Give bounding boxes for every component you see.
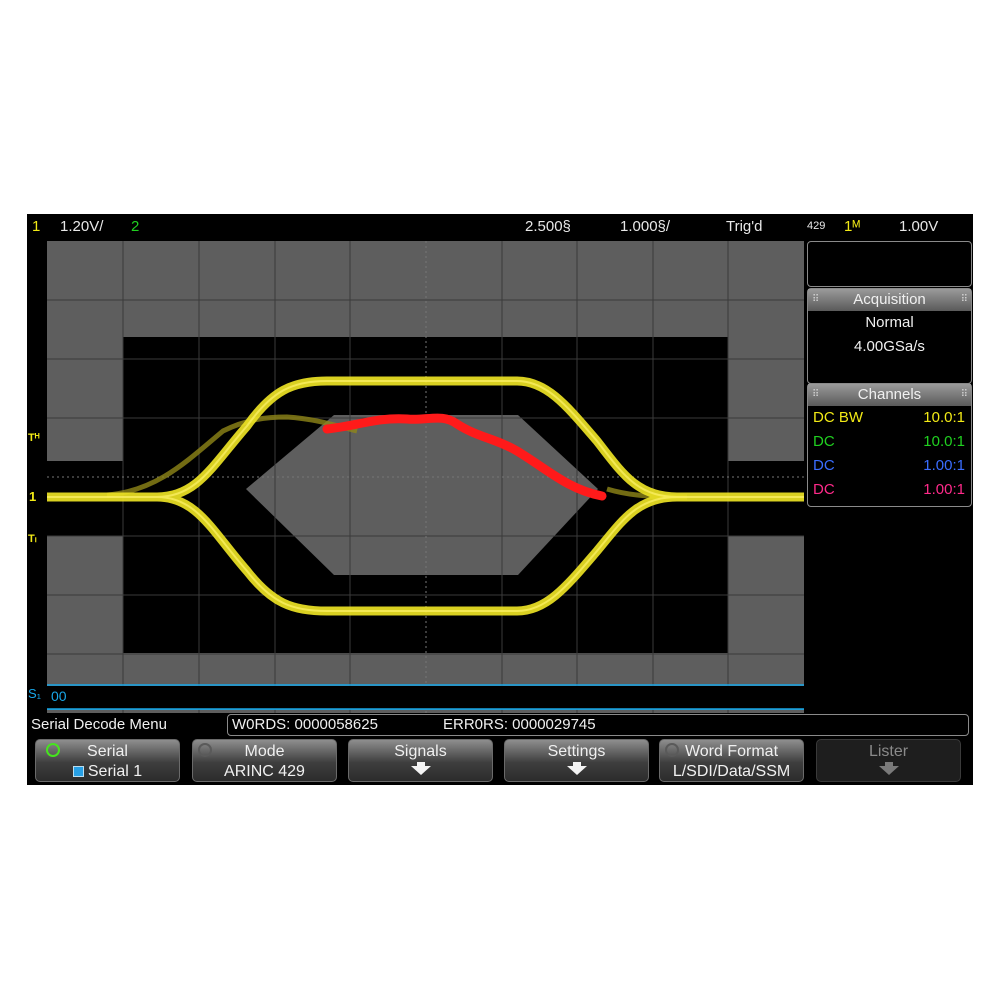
acquisition-mode: Normal: [865, 314, 914, 331]
softkey-value: ARINC 429: [224, 763, 305, 780]
settings-softkey[interactable]: Settings: [504, 739, 649, 782]
trigger-status: Trig'd: [726, 218, 763, 235]
info-blank-box: [807, 241, 972, 287]
grip-icon: ⠿: [812, 294, 819, 305]
serial-lane-marker: S₁: [28, 686, 42, 701]
menu-title: Serial Decode Menu: [31, 716, 167, 733]
mode-softkey[interactable]: Mode ARINC 429: [192, 739, 337, 782]
acquisition-panel[interactable]: ⠿ Acquisition ⠿ Normal 4.00GSa/s: [807, 288, 972, 384]
channel-row-2[interactable]: DC 10.0:1: [808, 430, 971, 454]
softkey-label: Mode: [244, 743, 285, 760]
ref-low-marker: Tₗ: [28, 533, 37, 545]
channel-coupling: DC: [813, 481, 835, 498]
time-scale[interactable]: 1.000§/: [620, 214, 670, 239]
grip-icon: ⠿: [960, 389, 968, 400]
lister-softkey[interactable]: Lister: [816, 739, 961, 782]
trigger-level[interactable]: 1.00V: [899, 214, 938, 239]
channel-coupling: DC: [813, 457, 835, 474]
ch1-ground-marker[interactable]: 1: [29, 489, 36, 504]
checkbox-icon: [72, 766, 84, 777]
acquisition-title: Acquisition: [853, 291, 926, 308]
channel-row-3[interactable]: DC 1.00:1: [808, 454, 971, 478]
submenu-arrow-icon: [878, 766, 899, 775]
ch1-scale[interactable]: 1.20V/: [60, 214, 103, 239]
grip-icon: ⠿: [960, 294, 968, 305]
ref-high-marker: Tᴴ: [28, 432, 40, 444]
ch1-indicator[interactable]: 1: [32, 214, 40, 239]
channel-row-1[interactable]: DC BW 10.0:1: [808, 406, 971, 430]
channel-coupling: DC BW: [813, 409, 863, 426]
trigger-channel[interactable]: 1ᴹ: [844, 214, 860, 239]
softkey-label: Serial: [87, 743, 128, 760]
serial-decode-value: 00: [51, 688, 67, 704]
acquisition-header: ⠿ Acquisition ⠿: [808, 289, 971, 311]
channels-panel[interactable]: ⠿ Channels ⠿ DC BW 10.0:1 DC 10.0:1 DC 1…: [807, 383, 972, 507]
signals-softkey[interactable]: Signals: [348, 739, 493, 782]
errors-counter: ERR0RS: 0000029745: [443, 716, 596, 733]
words-counter: W0RDS: 0000058625: [232, 716, 378, 733]
channel-row-4[interactable]: DC 1.00:1: [808, 478, 971, 502]
softkey-label: Word Format: [684, 743, 779, 760]
softkey-label: Signals: [394, 743, 447, 760]
channel-probe-ratio: 10.0:1: [923, 409, 965, 426]
channel-probe-ratio: 1.00:1: [923, 457, 965, 474]
submenu-arrow-icon: [410, 766, 431, 775]
time-delay[interactable]: 2.500§: [525, 214, 571, 239]
waveform-display[interactable]: 00: [47, 241, 804, 713]
oscilloscope-display: 1 1.20V/ 2 2.500§ 1.000§/ Trig'd 429 1ᴹ …: [27, 214, 973, 785]
acquisition-sample-rate: 4.00GSa/s: [854, 338, 925, 355]
waveform-svg: [47, 241, 804, 713]
trigger-source[interactable]: 429: [807, 214, 825, 239]
serial-softkey[interactable]: Serial Serial 1: [35, 739, 180, 782]
channel-probe-ratio: 10.0:1: [923, 433, 965, 450]
decode-counter-box: W0RDS: 0000058625 ERR0RS: 0000029745: [227, 714, 969, 736]
channel-probe-ratio: 1.00:1: [923, 481, 965, 498]
softkey-label: Lister: [868, 743, 909, 760]
serial-value: Serial 1: [87, 763, 143, 780]
softkey-value: L/SDI/Data/SSM: [672, 763, 791, 780]
grip-icon: ⠿: [812, 389, 819, 400]
word-format-softkey[interactable]: Word Format L/SDI/Data/SSM: [659, 739, 804, 782]
submenu-arrow-icon: [566, 766, 587, 775]
channel-coupling: DC: [813, 433, 835, 450]
softkey-value: Serial 1: [36, 762, 179, 781]
channels-title: Channels: [857, 386, 922, 403]
serial-lane-bg: [47, 686, 804, 709]
channels-header: ⠿ Channels ⠿: [808, 384, 971, 406]
ch2-indicator[interactable]: 2: [131, 214, 139, 239]
softkey-label: Settings: [547, 743, 606, 760]
